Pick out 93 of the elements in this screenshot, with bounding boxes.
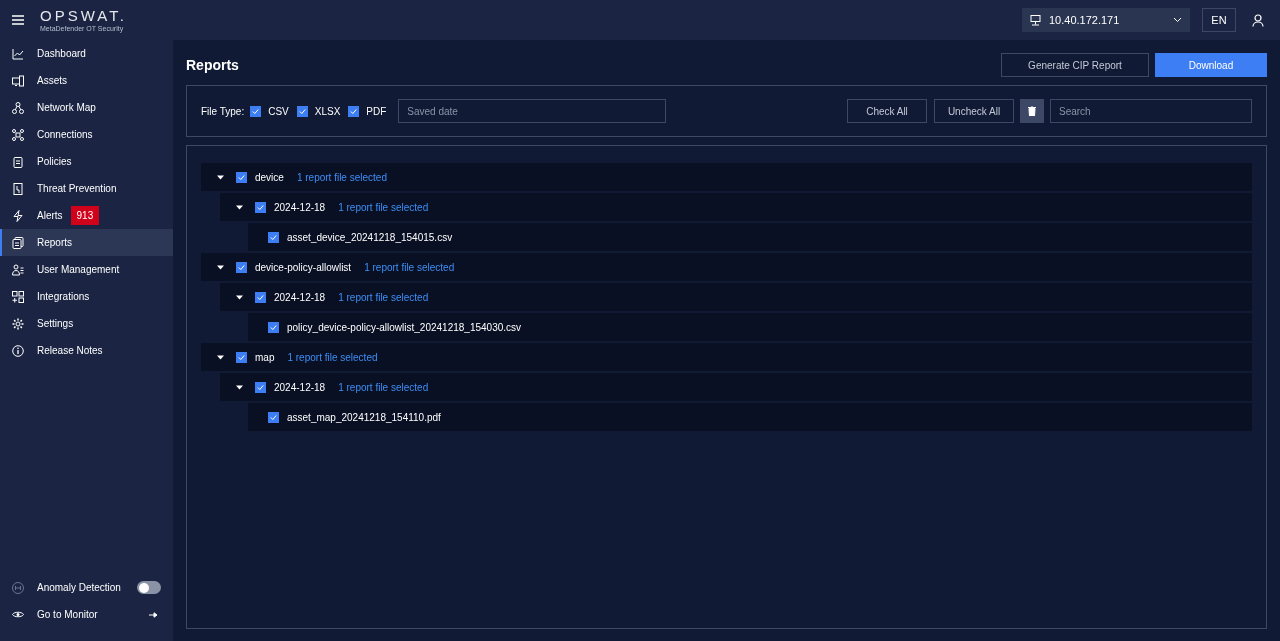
- checkbox[interactable]: [236, 351, 247, 363]
- device-selector[interactable]: 10.40.172.171: [1022, 8, 1190, 32]
- caret-down-icon[interactable]: [236, 203, 243, 211]
- document-icon: [12, 182, 24, 195]
- language-button[interactable]: EN: [1202, 8, 1236, 32]
- search-field[interactable]: Search: [1050, 99, 1252, 123]
- tree-row[interactable]: 2024-12-18 1 report file selected: [220, 193, 1252, 221]
- tree-row[interactable]: 2024-12-18 1 report file selected: [220, 283, 1252, 311]
- checkbox[interactable]: [296, 105, 308, 117]
- page-title: Reports: [186, 55, 240, 75]
- caret-down-icon[interactable]: [217, 353, 224, 361]
- selection-summary: 1 report file selected: [296, 170, 387, 185]
- file-type-option[interactable]: PDF: [366, 103, 387, 119]
- checkbox[interactable]: [268, 321, 279, 333]
- file-type-option[interactable]: XLSX: [314, 103, 341, 119]
- info-icon: [12, 344, 24, 357]
- alert-count-badge: 913: [70, 206, 100, 225]
- folder-label: 2024-12-18: [274, 380, 326, 395]
- tree-row[interactable]: asset_device_20241218_154015.csv: [248, 223, 1252, 251]
- reports-icon: [12, 236, 24, 249]
- checkbox[interactable]: [250, 105, 262, 117]
- tree-row[interactable]: 2024-12-18 1 report file selected: [220, 373, 1252, 401]
- sidebar-item[interactable]: Assets: [0, 67, 173, 94]
- selection-summary: 1 report file selected: [364, 260, 455, 275]
- sidebar-item[interactable]: Policies: [0, 148, 173, 175]
- anomaly-icon: [12, 581, 24, 594]
- checkbox[interactable]: [236, 171, 247, 183]
- caret-down-icon[interactable]: [236, 293, 243, 301]
- folder-label: device: [255, 170, 284, 185]
- connections-icon: [12, 128, 24, 141]
- checkbox[interactable]: [268, 411, 279, 423]
- sidebar-item[interactable]: Network Map: [0, 94, 173, 121]
- chart-icon: [12, 47, 24, 60]
- sidebar-item[interactable]: Integrations: [0, 283, 173, 310]
- clipboard-icon: [12, 155, 24, 168]
- selection-summary: 1 report file selected: [338, 380, 429, 395]
- checkbox[interactable]: [255, 201, 266, 213]
- devices-icon: [12, 74, 24, 87]
- file-type-option[interactable]: CSV: [268, 103, 289, 119]
- user-icon[interactable]: [1252, 13, 1264, 27]
- selection-summary: 1 report file selected: [287, 350, 378, 365]
- arrow-right-icon: [149, 611, 158, 618]
- tree-row[interactable]: device 1 report file selected: [201, 163, 1252, 191]
- selection-summary: 1 report file selected: [338, 200, 429, 215]
- download-button[interactable]: Download: [1155, 53, 1267, 77]
- tree-row[interactable]: map 1 report file selected: [201, 343, 1252, 371]
- caret-down-icon[interactable]: [236, 383, 243, 391]
- sidebar-item[interactable]: Threat Prevention: [0, 175, 173, 202]
- folder-label: 2024-12-18: [274, 200, 326, 215]
- sidebar-item[interactable]: Alerts 913: [0, 202, 173, 229]
- checkbox[interactable]: [255, 291, 266, 303]
- sidebar-item[interactable]: User Management: [0, 256, 173, 283]
- menu-icon[interactable]: [12, 15, 24, 25]
- checkbox[interactable]: [236, 261, 247, 273]
- grid-icon: [12, 290, 24, 303]
- sidebar-item[interactable]: Settings: [0, 310, 173, 337]
- file-type-label: File Type:: [201, 104, 245, 119]
- sidebar-item[interactable]: Reports: [0, 229, 173, 256]
- tree-row[interactable]: policy_device-policy-allowlist_20241218_154030.csv: [248, 313, 1252, 341]
- go-to-monitor-link[interactable]: Go to Monitor: [0, 601, 173, 628]
- caret-down-icon[interactable]: [217, 263, 224, 271]
- users-icon: [12, 263, 24, 276]
- folder-label: 2024-12-18: [274, 290, 326, 305]
- saved-date-field[interactable]: Saved date: [398, 99, 667, 123]
- tree-row[interactable]: device-policy-allowlist 1 report file selected: [201, 253, 1252, 281]
- file-name: asset_map_20241218_154110.pdf: [287, 410, 441, 425]
- file-name: policy_device-policy-allowlist_20241218_154030.csv: [287, 320, 522, 335]
- network-icon: [12, 101, 24, 114]
- file-name: asset_device_20241218_154015.csv: [287, 230, 453, 245]
- folder-label: device-policy-allowlist: [255, 260, 352, 275]
- folder-label: map: [255, 350, 275, 365]
- lightning-icon: [12, 209, 24, 222]
- trash-icon: [1028, 106, 1036, 116]
- selection-summary: 1 report file selected: [338, 290, 429, 305]
- checkbox[interactable]: [268, 231, 279, 243]
- sidebar-item[interactable]: Dashboard: [0, 40, 173, 67]
- anomaly-detection-label: Anomaly Detection: [37, 581, 122, 595]
- tree-row[interactable]: asset_map_20241218_154110.pdf: [248, 403, 1252, 431]
- eye-icon: [12, 610, 24, 619]
- delete-button[interactable]: [1020, 99, 1044, 123]
- check-all-button[interactable]: Check All: [847, 99, 927, 123]
- checkbox[interactable]: [255, 381, 266, 393]
- settings-icon: [12, 317, 24, 330]
- brand-logo: OPSWAT.: [40, 8, 127, 23]
- computer-icon: [1030, 14, 1041, 26]
- chevron-down-icon: [1173, 17, 1182, 23]
- uncheck-all-button[interactable]: Uncheck All: [934, 99, 1014, 123]
- generate-report-button[interactable]: Generate CIP Report: [1001, 53, 1149, 77]
- sidebar-item[interactable]: Connections: [0, 121, 173, 148]
- sidebar-item[interactable]: Release Notes: [0, 337, 173, 364]
- anomaly-toggle[interactable]: [137, 581, 161, 594]
- caret-down-icon[interactable]: [217, 173, 224, 181]
- checkbox[interactable]: [348, 105, 360, 117]
